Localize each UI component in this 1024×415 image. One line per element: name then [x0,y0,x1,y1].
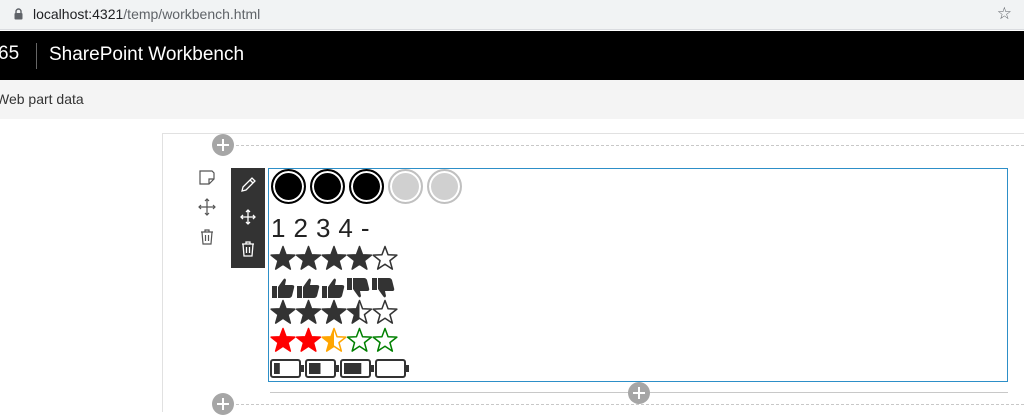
basic-star-5-icon[interactable] [372,245,398,270]
canvas-border-top [162,133,1024,134]
battery-1-icon[interactable] [270,359,304,378]
edit-section-icon[interactable] [196,166,218,188]
add-webpart-icon[interactable] [628,382,650,404]
basic-star-2-icon[interactable] [295,245,322,270]
colored-star-4-icon[interactable] [346,327,373,352]
suite-divider [36,43,37,69]
thumbs-rating[interactable] [270,275,400,301]
colored-star-2-icon[interactable] [295,327,322,352]
add-section-top-icon[interactable] [212,134,234,156]
page-title: SharePoint Workbench [49,44,245,65]
thumbs-down-5-icon[interactable] [372,278,395,298]
colored-star-5-icon[interactable] [372,327,398,352]
star-rating-colored[interactable] [270,327,430,355]
circle-4-icon[interactable] [388,169,423,204]
delete-section-icon[interactable] [196,226,218,248]
circle-5-icon[interactable] [427,169,462,204]
half-star-4-icon[interactable] [346,299,373,324]
bookmark-star-icon[interactable]: ☆ [997,4,1012,24]
delete-webpart-icon[interactable] [237,238,259,260]
half-star-1-icon[interactable] [270,299,296,324]
number-rating[interactable]: 1234- [271,213,378,244]
edit-webpart-icon[interactable] [237,174,259,196]
battery-rating[interactable] [270,357,420,381]
url-host: localhost:4321 [33,6,124,22]
half-star-3-icon[interactable] [321,299,347,324]
thumbs-down-4-icon[interactable] [347,278,370,298]
half-star-5-icon[interactable] [372,299,398,324]
section-toolbar [196,166,220,250]
half-star-2-icon[interactable] [295,299,322,324]
circle-1-icon[interactable] [271,169,306,204]
star-rating-basic[interactable] [270,245,400,273]
canvas-border-left [162,133,163,412]
colored-star-3-icon[interactable] [321,327,347,352]
number-option-4[interactable]: 4 [338,213,352,243]
circle-3-icon[interactable] [349,169,384,204]
basic-star-4-icon[interactable] [346,245,373,270]
battery-3-icon[interactable] [340,359,374,378]
section-divider-top [236,145,1024,146]
basic-star-3-icon[interactable] [321,245,347,270]
star-rating-half[interactable] [270,299,400,327]
url-text[interactable]: localhost:4321/temp/workbench.html [33,5,260,23]
lock-icon [14,8,23,20]
thumbs-up-1-icon[interactable] [272,278,295,299]
number-option-2[interactable]: 2 [293,213,307,243]
section-divider-bottom [236,404,1024,405]
number-option-3[interactable]: 3 [316,213,330,243]
webpart-toolbar [231,168,265,268]
number-option-5[interactable]: - [361,213,370,243]
app-number[interactable]: 65 [0,43,19,65]
basic-star-1-icon[interactable] [270,245,296,270]
number-option-1[interactable]: 1 [271,213,285,243]
suite-bar: 65 SharePoint Workbench [0,31,1024,80]
browser-address-bar[interactable]: localhost:4321/temp/workbench.html ☆ [0,0,1024,30]
thumbs-up-2-icon[interactable] [297,278,320,299]
move-section-icon[interactable] [196,196,218,218]
colored-star-1-icon[interactable] [270,327,296,352]
web-part-data-button[interactable]: Web part data [0,91,84,107]
command-bar: Web part data [0,80,1024,119]
move-webpart-icon[interactable] [237,206,259,228]
thumbs-up-3-icon[interactable] [322,278,345,299]
url-path: /temp/workbench.html [123,6,261,22]
battery-4-icon[interactable] [375,359,409,378]
battery-2-icon[interactable] [305,359,339,378]
circle-2-icon[interactable] [310,169,345,204]
